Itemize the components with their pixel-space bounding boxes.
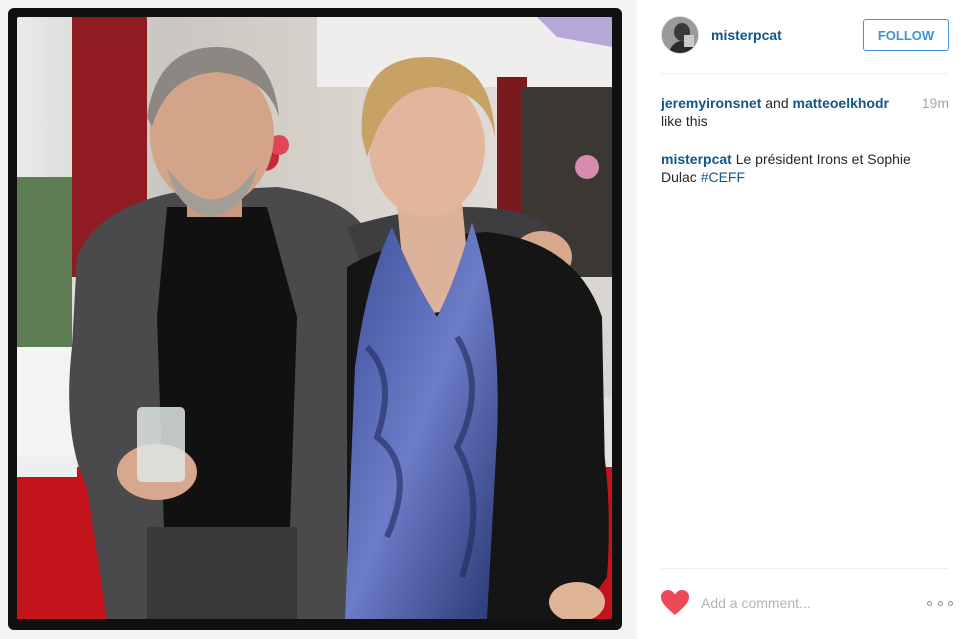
post-photo-illustration bbox=[17, 17, 612, 619]
comment-divider bbox=[661, 568, 949, 569]
more-options-icon[interactable] bbox=[927, 593, 953, 613]
more-dot-3 bbox=[948, 600, 953, 606]
likes-conjunction: and bbox=[765, 95, 789, 111]
liker-link-1[interactable]: jeremyironsnet bbox=[661, 95, 761, 111]
follow-button[interactable]: FOLLOW bbox=[863, 19, 949, 51]
likes-section: jeremyironsnet and matteoelkhodr like th… bbox=[661, 94, 949, 130]
post-caption: misterpcat Le président Irons et Sophie … bbox=[661, 150, 931, 186]
likes-suffix: like this bbox=[661, 113, 708, 129]
liker-link-2[interactable]: matteoelkhodr bbox=[793, 95, 889, 111]
avatar[interactable] bbox=[661, 16, 699, 54]
header-divider bbox=[661, 73, 949, 74]
header-username-link[interactable]: misterpcat bbox=[711, 27, 782, 43]
heart-icon[interactable] bbox=[661, 590, 689, 616]
more-dot-2 bbox=[937, 600, 943, 606]
comment-bar bbox=[661, 587, 953, 619]
photo-frame bbox=[8, 8, 622, 630]
more-dot-1 bbox=[927, 600, 932, 606]
caption-username-link[interactable]: misterpcat bbox=[661, 151, 732, 167]
post-header: misterpcat FOLLOW bbox=[661, 14, 949, 56]
avatar-image bbox=[662, 17, 698, 53]
post-sidebar: misterpcat FOLLOW jeremyironsnet and mat… bbox=[637, 0, 976, 639]
photo-panel bbox=[0, 0, 637, 639]
post-timestamp[interactable]: 19m bbox=[922, 94, 949, 112]
caption-hashtag-link[interactable]: #CEFF bbox=[701, 169, 745, 185]
comment-input[interactable] bbox=[701, 595, 911, 611]
post-photo[interactable] bbox=[17, 17, 612, 619]
